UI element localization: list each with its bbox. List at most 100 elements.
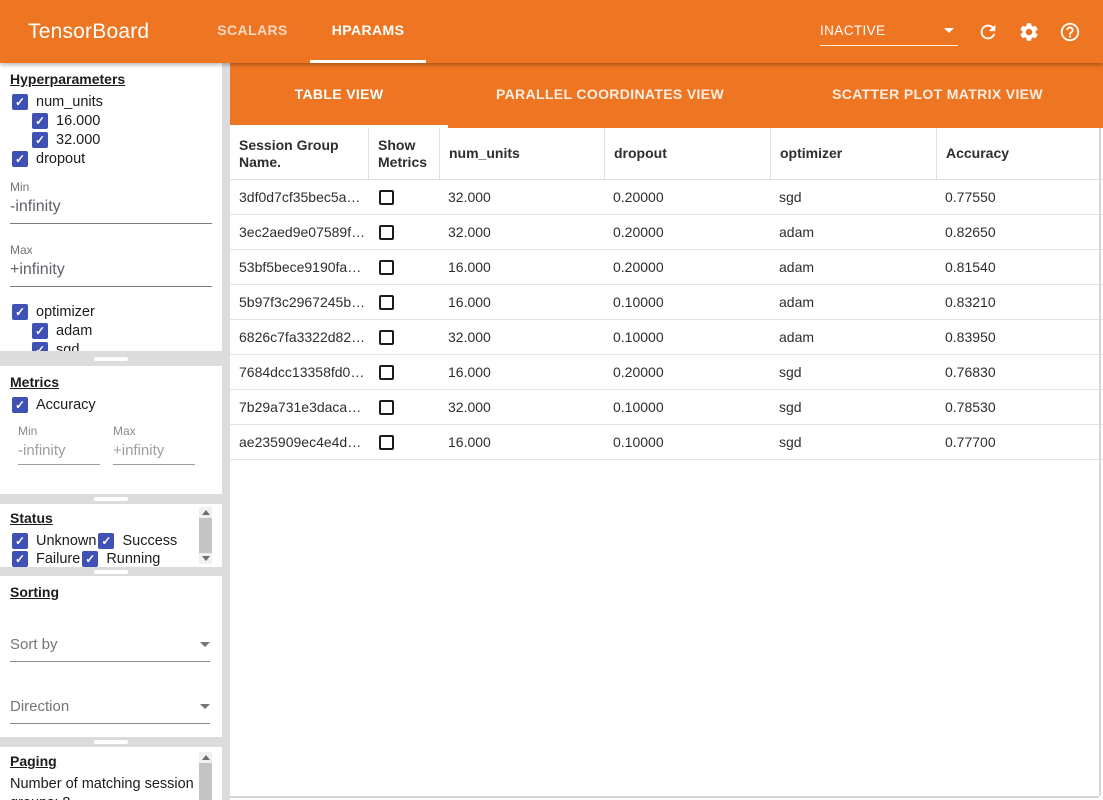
main-scrollbar-track-vertical[interactable] <box>1099 128 1101 796</box>
session-group-name-cell: 5b97f3c2967245b… <box>230 294 368 310</box>
drag-handle[interactable] <box>94 497 128 501</box>
tab-table-view[interactable]: TABLE VIEW <box>230 63 448 128</box>
paging-scrollbar[interactable] <box>199 752 212 800</box>
header-nav: SCALARS HPARAMS <box>195 0 426 63</box>
section-divider <box>0 737 222 747</box>
scrollbar-thumb[interactable] <box>199 518 212 553</box>
checkbox-checked-icon[interactable]: ✓ <box>12 397 28 413</box>
max-input[interactable]: +infinity <box>113 438 195 465</box>
tab-scatter-plot-matrix-view[interactable]: SCATTER PLOT MATRIX VIEW <box>772 63 1103 128</box>
status-options: ✓ Unknown ✓ Success ✓ Failure <box>12 532 222 567</box>
checkbox-checked-icon[interactable]: ✓ <box>12 551 28 567</box>
checkbox-checked-icon[interactable]: ✓ <box>12 533 28 549</box>
table-row: 3df0d7cf35bec5a… 32.000 0.20000 sgd 0.77… <box>230 180 1103 215</box>
drag-handle[interactable] <box>94 570 128 574</box>
col-num-units: num_units <box>439 128 604 179</box>
direction-select[interactable]: Direction <box>10 698 210 724</box>
refresh-icon[interactable] <box>977 21 999 43</box>
session-group-name-cell: 53bf5bece9190fa… <box>230 259 368 275</box>
paging-section: Paging Number of matching session groups… <box>0 747 222 800</box>
status-option-failure: ✓ Failure <box>12 551 80 567</box>
show-metrics-cell <box>368 365 439 380</box>
checkbox-checked-icon[interactable]: ✓ <box>12 304 28 320</box>
status-scrollbar[interactable] <box>199 507 212 564</box>
num-units-cell: 16.000 <box>439 294 604 310</box>
show-metrics-cell <box>368 330 439 345</box>
scroll-up-icon[interactable] <box>202 510 210 515</box>
show-metrics-checkbox[interactable] <box>379 225 394 240</box>
show-metrics-checkbox[interactable] <box>379 365 394 380</box>
col-dropout: dropout <box>604 128 770 179</box>
status-mode-select[interactable]: INACTIVE <box>820 23 958 46</box>
status-option-success: ✓ Success <box>98 533 177 549</box>
min-input[interactable]: -infinity <box>18 438 100 465</box>
hparam-row-optimizer: ✓ optimizer <box>12 303 222 321</box>
table-header: Session Group Name. Show Metrics num_uni… <box>230 128 1103 180</box>
show-metrics-checkbox[interactable] <box>379 260 394 275</box>
tab-parallel-coordinates-view[interactable]: PARALLEL COORDINATES VIEW <box>448 63 772 128</box>
dropdown-caret-icon <box>944 28 954 33</box>
status-row: ✓ Unknown ✓ Success <box>12 532 222 550</box>
show-metrics-checkbox[interactable] <box>379 400 394 415</box>
drag-handle[interactable] <box>94 357 128 361</box>
tab-scalars[interactable]: SCALARS <box>195 0 309 63</box>
metrics-section: Metrics ✓ Accuracy Min -infinity Max +in… <box>0 366 222 494</box>
tab-hparams[interactable]: HPARAMS <box>310 0 427 63</box>
table-row: 7684dcc13358fd0… 16.000 0.20000 sgd 0.76… <box>230 355 1103 390</box>
status-option-running: ✓ Running <box>82 551 160 567</box>
show-metrics-checkbox[interactable] <box>379 330 394 345</box>
show-metrics-checkbox[interactable] <box>379 295 394 310</box>
checkbox-checked-icon[interactable]: ✓ <box>98 533 114 549</box>
dropout-cell: 0.10000 <box>604 329 770 345</box>
checkbox-checked-icon[interactable]: ✓ <box>32 113 48 129</box>
accuracy-cell: 0.81540 <box>936 259 1103 275</box>
drag-handle[interactable] <box>94 740 128 744</box>
scroll-up-icon[interactable] <box>202 755 210 760</box>
col-accuracy: Accuracy <box>936 128 1103 179</box>
settings-gear-icon[interactable] <box>1018 21 1040 43</box>
min-label: Min <box>18 424 100 438</box>
sorting-section: Sorting Sort by Direction <box>0 576 222 737</box>
num-units-cell: 16.000 <box>439 434 604 450</box>
help-icon[interactable] <box>1059 21 1081 43</box>
optimizer-cell: adam <box>770 294 936 310</box>
tensorboard-app: TensorBoard SCALARS HPARAMS INACTIVE <box>0 0 1103 800</box>
dropout-max-field: Max +infinity <box>10 243 212 287</box>
scroll-down-icon[interactable] <box>202 556 210 561</box>
checkbox-checked-icon[interactable]: ✓ <box>82 551 98 567</box>
main-scrollbar-track-horizontal[interactable] <box>230 796 1099 798</box>
checkbox-checked-icon[interactable]: ✓ <box>32 323 48 339</box>
table-row: ae235909ec4e4d… 16.000 0.10000 sgd 0.777… <box>230 425 1103 460</box>
session-group-name-cell: 3df0d7cf35bec5a… <box>230 189 368 205</box>
scrollbar-thumb[interactable] <box>199 763 212 800</box>
tab-label: SCATTER PLOT MATRIX VIEW <box>832 86 1043 102</box>
sort-by-select[interactable]: Sort by <box>10 636 210 662</box>
session-group-name-cell: 7b29a731e3daca… <box>230 399 368 415</box>
table-row: 6826c7fa3322d82… 32.000 0.10000 adam 0.8… <box>230 320 1103 355</box>
header-controls: INACTIVE <box>820 0 1081 63</box>
tab-scalars-label: SCALARS <box>217 22 287 38</box>
metrics-heading: Metrics <box>10 374 222 390</box>
show-metrics-checkbox[interactable] <box>379 435 394 450</box>
show-metrics-checkbox[interactable] <box>379 190 394 205</box>
show-metrics-cell <box>368 260 439 275</box>
optimizer-cell: adam <box>770 329 936 345</box>
checkbox-checked-icon[interactable]: ✓ <box>12 94 28 110</box>
dropout-cell: 0.20000 <box>604 189 770 205</box>
show-metrics-cell <box>368 435 439 450</box>
checkbox-label: Success <box>122 533 177 549</box>
table-row: 7b29a731e3daca… 32.000 0.10000 sgd 0.785… <box>230 390 1103 425</box>
sidebar: Hyperparameters ✓ num_units ✓ 16.000 ✓ 3… <box>0 63 222 800</box>
num-units-cell: 32.000 <box>439 224 604 240</box>
max-input[interactable]: +infinity <box>10 257 212 287</box>
checkbox-checked-icon[interactable]: ✓ <box>32 342 48 351</box>
optimizer-cell: sgd <box>770 434 936 450</box>
direction-value: Direction <box>10 698 69 715</box>
min-input[interactable]: -infinity <box>10 194 212 224</box>
checkbox-label: Accuracy <box>36 397 96 413</box>
dropout-min-field: Min -infinity <box>10 180 212 224</box>
checkbox-checked-icon[interactable]: ✓ <box>12 151 28 167</box>
app-title: TensorBoard <box>28 20 149 44</box>
checkbox-checked-icon[interactable]: ✓ <box>32 132 48 148</box>
metric-row-accuracy: ✓ Accuracy <box>12 396 222 414</box>
